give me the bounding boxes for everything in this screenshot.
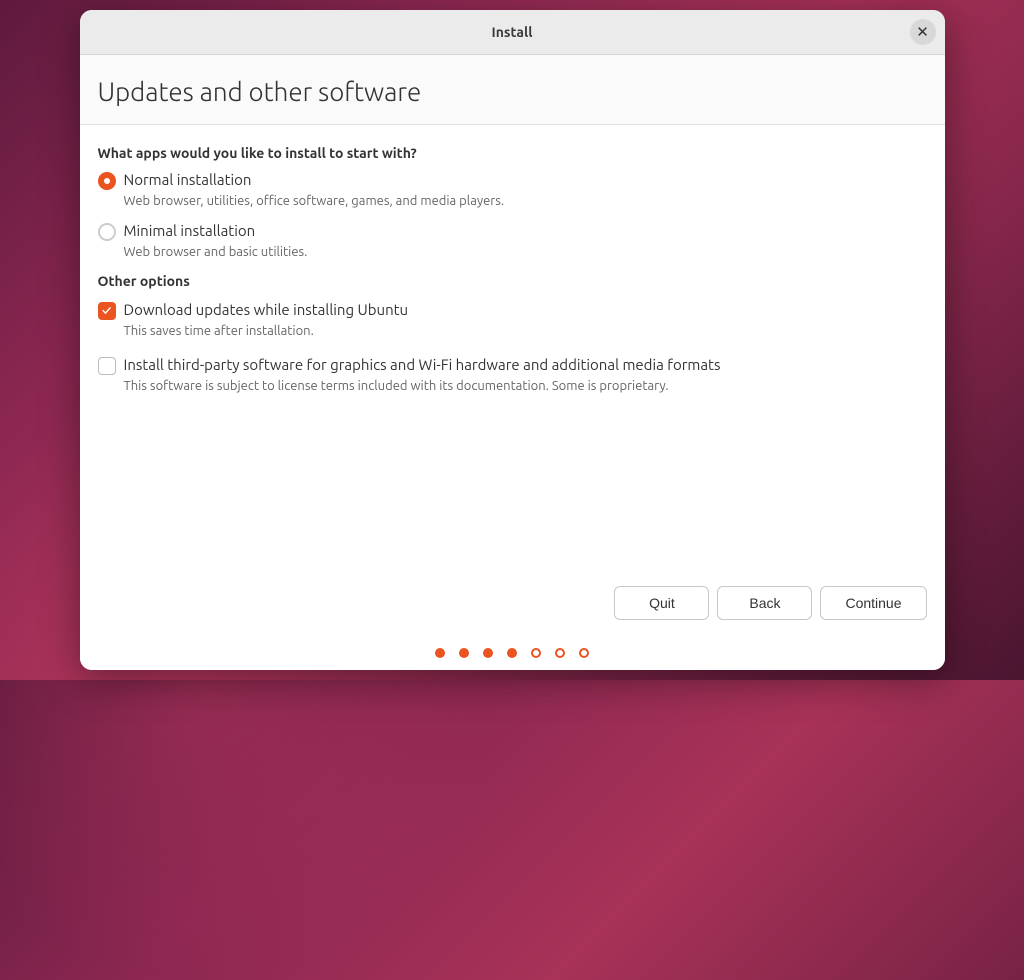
progress-dot (531, 648, 541, 658)
content-area: What apps would you like to install to s… (80, 125, 945, 572)
progress-dot (459, 648, 469, 658)
third-party-label: Install third-party software for graphic… (124, 356, 721, 373)
close-icon: ✕ (916, 23, 929, 41)
progress-dots (80, 634, 945, 670)
normal-install-option[interactable]: Normal installation (98, 171, 927, 190)
titlebar: Install ✕ (80, 10, 945, 55)
third-party-checkbox[interactable] (98, 357, 116, 375)
third-party-option[interactable]: Install third-party software for graphic… (98, 356, 927, 375)
continue-button[interactable]: Continue (820, 586, 926, 620)
page-title: Updates and other software (98, 77, 927, 106)
download-updates-label: Download updates while installing Ubuntu (124, 301, 409, 318)
progress-dot (555, 648, 565, 658)
other-options-label: Other options (98, 273, 927, 289)
progress-dot (579, 648, 589, 658)
quit-button[interactable]: Quit (614, 586, 709, 620)
minimal-install-option[interactable]: Minimal installation (98, 222, 927, 241)
normal-install-desc: Web browser, utilities, office software,… (124, 194, 927, 208)
page-header: Updates and other software (80, 55, 945, 125)
third-party-desc: This software is subject to license term… (124, 379, 927, 393)
apps-question-label: What apps would you like to install to s… (98, 145, 927, 161)
minimal-install-desc: Web browser and basic utilities. (124, 245, 927, 259)
progress-dot (435, 648, 445, 658)
minimal-install-label: Minimal installation (124, 222, 256, 239)
normal-install-label: Normal installation (124, 171, 252, 188)
download-updates-checkbox[interactable] (98, 302, 116, 320)
footer-buttons: Quit Back Continue (80, 572, 945, 634)
progress-dot (483, 648, 493, 658)
normal-install-radio[interactable] (98, 172, 116, 190)
minimal-install-radio[interactable] (98, 223, 116, 241)
window-title: Install (492, 24, 533, 40)
download-updates-desc: This saves time after installation. (124, 324, 927, 338)
progress-dot (507, 648, 517, 658)
installer-window: Install ✕ Updates and other software Wha… (80, 10, 945, 670)
back-button[interactable]: Back (717, 586, 812, 620)
download-updates-option[interactable]: Download updates while installing Ubuntu (98, 301, 927, 320)
close-button[interactable]: ✕ (910, 19, 936, 45)
